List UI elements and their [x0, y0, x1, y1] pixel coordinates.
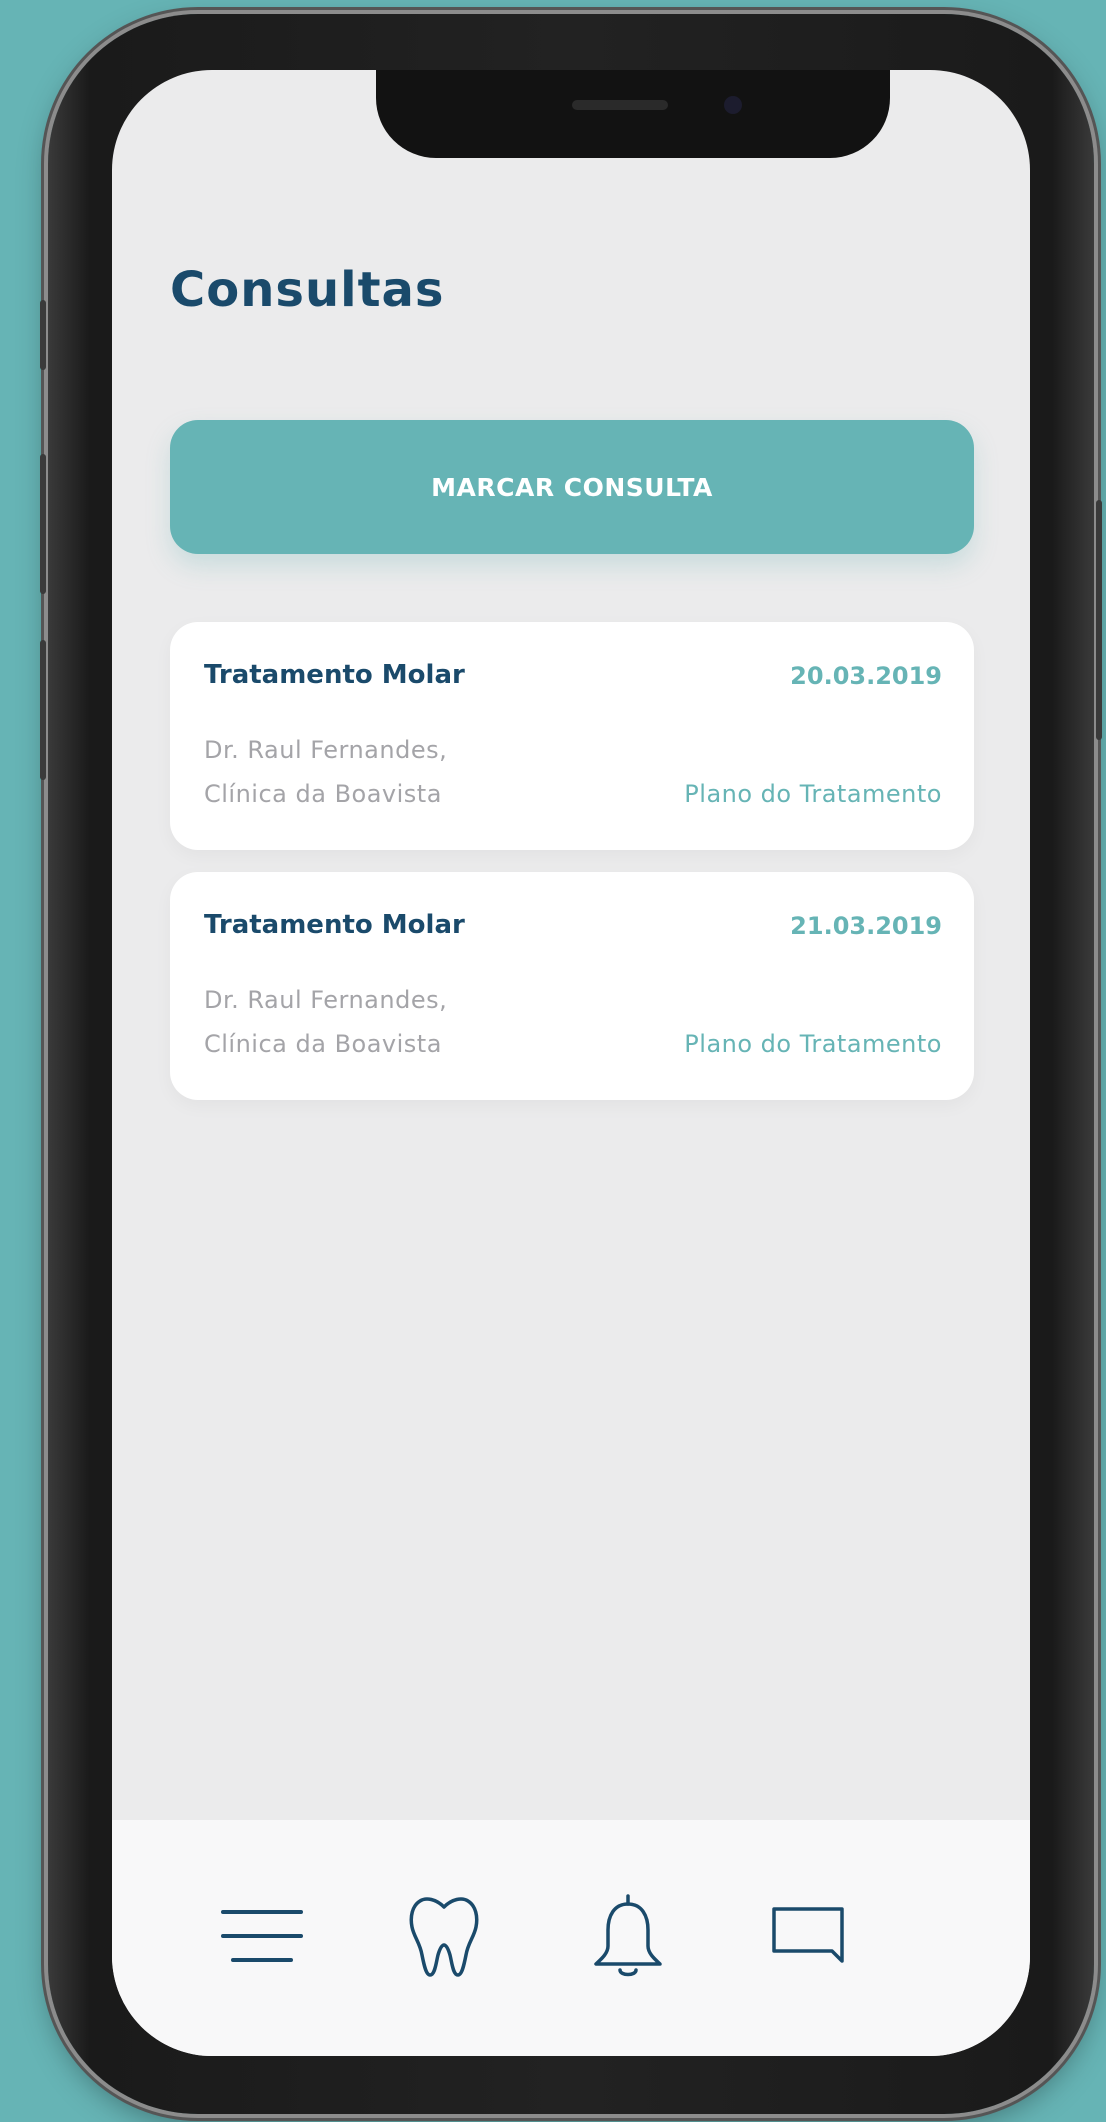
tab-treatments[interactable] [394, 1886, 494, 1986]
phone-silent-switch [40, 300, 46, 370]
phone-frame: Consultas MARCAR CONSULTA Tratamento Mol… [40, 14, 1102, 2114]
treatment-plan-link[interactable]: Plano do Tratamento [684, 772, 942, 816]
menu-icon [221, 1906, 303, 1966]
appointment-doctor: Dr. Raul Fernandes, [204, 986, 448, 1014]
phone-volume-up [40, 454, 46, 594]
chat-icon [768, 1901, 848, 1971]
phone-power-button [1096, 500, 1102, 740]
appointment-clinic: Clínica da Boavista [204, 780, 442, 808]
appointment-clinic: Clínica da Boavista [204, 1030, 442, 1058]
appointment-date: 21.03.2019 [790, 912, 942, 940]
app-screen: Consultas MARCAR CONSULTA Tratamento Mol… [112, 70, 1030, 2056]
treatment-plan-link[interactable]: Plano do Tratamento [684, 1022, 942, 1066]
appointment-title: Tratamento Molar [204, 910, 465, 940]
tooth-icon [408, 1893, 480, 1979]
book-appointment-button[interactable]: MARCAR CONSULTA [170, 420, 974, 554]
appointment-doctor: Dr. Raul Fernandes, [204, 736, 448, 764]
appointment-date: 20.03.2019 [790, 662, 942, 690]
appointment-title: Tratamento Molar [204, 660, 465, 690]
page-title: Consultas [170, 262, 445, 318]
tab-messages[interactable] [758, 1886, 858, 1986]
tab-notifications[interactable] [578, 1886, 678, 1986]
bottom-tab-bar [112, 1820, 1030, 2056]
phone-volume-down [40, 640, 46, 780]
bell-icon [588, 1890, 668, 1982]
speaker-grille [572, 100, 668, 110]
tab-menu[interactable] [212, 1886, 312, 1986]
appointment-card[interactable]: Tratamento Molar 20.03.2019 Dr. Raul Fer… [170, 622, 974, 850]
front-camera [724, 96, 742, 114]
appointment-card[interactable]: Tratamento Molar 21.03.2019 Dr. Raul Fer… [170, 872, 974, 1100]
phone-notch [376, 70, 890, 158]
